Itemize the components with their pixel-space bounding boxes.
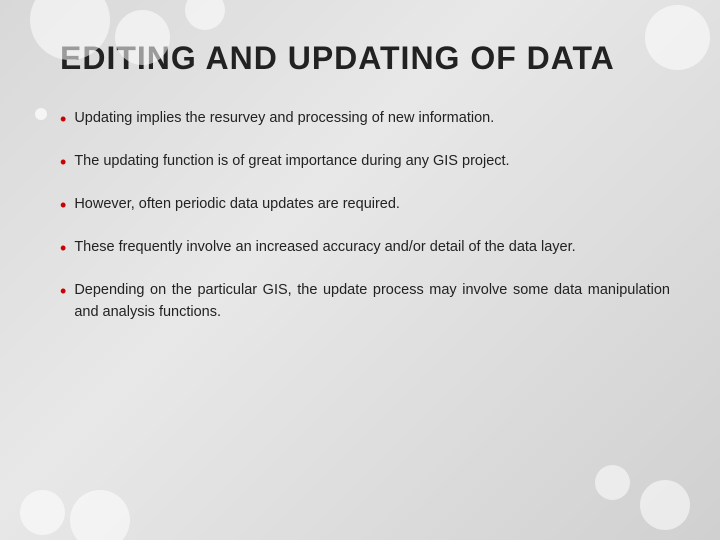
bullet-text-4: These frequently involve an increased ac… — [74, 236, 670, 258]
bullet-icon: • — [60, 149, 66, 177]
decorative-circle-4 — [645, 5, 710, 70]
bullet-text-1: Updating implies the resurvey and proces… — [74, 107, 670, 129]
decorative-circle-7 — [640, 480, 690, 530]
list-item: • Depending on the particular GIS, the u… — [60, 279, 670, 324]
decorative-circle-2 — [115, 10, 170, 65]
bullet-text-5: Depending on the particular GIS, the upd… — [74, 279, 670, 324]
list-item: • However, often periodic data updates a… — [60, 193, 670, 220]
bullet-text-3: However, often periodic data updates are… — [74, 193, 670, 215]
bullet-icon: • — [60, 106, 66, 134]
bullet-icon: • — [60, 192, 66, 220]
decorative-circle-3 — [185, 0, 225, 30]
list-item: • Updating implies the resurvey and proc… — [60, 107, 670, 134]
decorative-circle-5 — [20, 490, 65, 535]
list-item: • The updating function is of great impo… — [60, 150, 670, 177]
bullet-text-2: The updating function is of great import… — [74, 150, 670, 172]
bullet-icon: • — [60, 278, 66, 306]
slide: EDITING AND UPDATING OF DATA • Updating … — [0, 0, 720, 540]
decorative-dot — [35, 108, 47, 120]
decorative-circle-6 — [70, 490, 130, 540]
decorative-circle-8 — [595, 465, 630, 500]
bullet-icon: • — [60, 235, 66, 263]
list-item: • These frequently involve an increased … — [60, 236, 670, 263]
slide-content: • Updating implies the resurvey and proc… — [60, 107, 670, 324]
